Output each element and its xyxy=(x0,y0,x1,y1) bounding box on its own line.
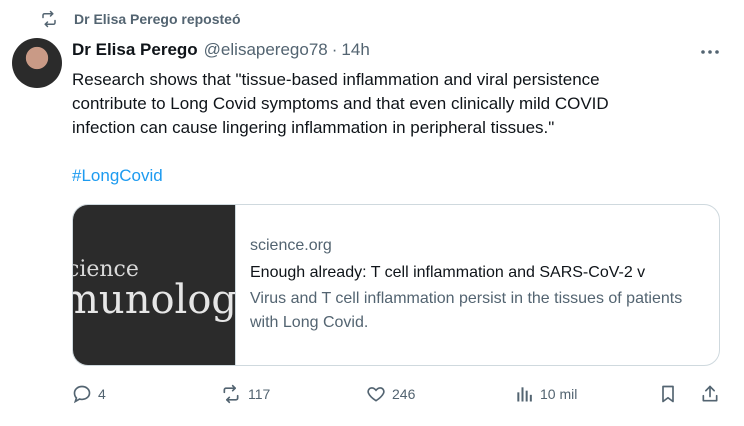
card-description: Virus and T cell inflammation persist in… xyxy=(250,290,683,331)
repost-button[interactable]: 117 xyxy=(220,384,270,404)
repost-icon xyxy=(220,384,242,404)
repost-indicator[interactable]: Dr Elisa Perego reposteó xyxy=(40,10,241,28)
tweet-text-line: infection can cause lingering inflammati… xyxy=(72,118,555,137)
separator-dot: · xyxy=(331,40,338,59)
hashtag-link[interactable]: #LongCovid xyxy=(72,166,163,186)
bookmark-button[interactable] xyxy=(658,384,678,404)
thumbnail-text: munolog xyxy=(73,277,236,323)
bookmark-icon xyxy=(658,384,678,404)
share-button[interactable] xyxy=(700,384,720,404)
avatar[interactable] xyxy=(12,38,62,88)
share-icon xyxy=(700,384,720,404)
views-icon xyxy=(514,384,534,404)
repost-icon xyxy=(40,10,58,28)
views-count: 10 mil xyxy=(540,386,578,402)
more-icon[interactable] xyxy=(700,42,720,62)
card-thumbnail: cience munolog xyxy=(73,205,236,365)
tweet-header: Dr Elisa Perego @elisaperego78 · 14h xyxy=(72,40,370,60)
tweet-text: Research shows that "tissue-based inflam… xyxy=(72,68,712,140)
tweet-text-line: contribute to Long Covid symptoms and th… xyxy=(72,94,609,113)
card-domain: science.org xyxy=(250,237,332,254)
repost-label: Dr Elisa Perego reposteó xyxy=(74,11,241,27)
author-handle[interactable]: @elisaperego78 xyxy=(204,40,328,60)
tweet-text-line: Research shows that "tissue-based inflam… xyxy=(72,70,600,89)
like-button[interactable]: 246 xyxy=(366,384,415,404)
card-body: science.org Enough already: T cell infla… xyxy=(236,205,719,365)
repost-count: 117 xyxy=(248,386,271,402)
like-count: 246 xyxy=(392,386,416,402)
reply-icon xyxy=(72,384,92,404)
action-bar: 4 117 246 10 mil xyxy=(72,384,722,408)
link-card[interactable]: cience munolog science.org Enough alread… xyxy=(72,204,720,366)
tweet-time[interactable]: 14h xyxy=(341,40,369,60)
card-title: Enough already: T cell inflammation and … xyxy=(250,264,646,281)
reply-count: 4 xyxy=(98,386,106,402)
heart-icon xyxy=(366,384,386,404)
views-button[interactable]: 10 mil xyxy=(514,384,577,404)
reply-button[interactable]: 4 xyxy=(72,384,106,404)
author-name[interactable]: Dr Elisa Perego xyxy=(72,40,198,60)
